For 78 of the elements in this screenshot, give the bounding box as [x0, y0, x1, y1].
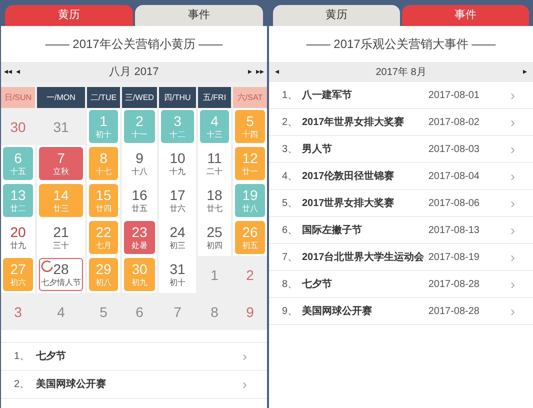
event-date: 2017-08-04: [428, 170, 480, 184]
event-date: 2017-08-28: [428, 304, 480, 318]
event-name: 2017台北世界大学生运动会: [302, 250, 426, 264]
chevron-icon: ›: [242, 346, 247, 367]
chevron-icon: ›: [510, 300, 515, 322]
event-row[interactable]: 2、 2017年世界女排大奖赛 2017-08-02 ›: [269, 109, 533, 136]
chevron-icon: ›: [242, 374, 247, 395]
event-number: 8、: [282, 278, 299, 292]
event-name: 2017伦敦田径世锦赛: [302, 169, 396, 184]
event-row[interactable]: 1、 八一建军节 2017-08-01 ›: [269, 82, 533, 109]
month-label: 2017年 8月: [374, 66, 428, 80]
event-row[interactable]: 5、 2017世界女排大奖赛 2017-08-06 ›: [269, 190, 533, 217]
event-date: 2017-08-01: [428, 88, 480, 102]
event-number: 1、: [282, 88, 299, 102]
chevron-icon: ›: [510, 112, 515, 132]
chevron-icon: ›: [510, 84, 515, 106]
tab[interactable]: 黄历: [273, 5, 400, 26]
event-name: 国际左撇子节: [302, 224, 363, 238]
circle-stamp-icon: [41, 260, 53, 272]
chevron-icon: ›: [510, 274, 515, 294]
events-title: —— 2017乐观公关营销大事件 ——: [306, 36, 496, 53]
chevron-icon: ›: [510, 192, 515, 214]
event-number: 4、: [282, 170, 299, 184]
event-name: 2017年世界女排大奖赛: [302, 115, 406, 130]
event-date: 2017-08-13: [428, 224, 480, 238]
chevron-icon: ›: [510, 138, 515, 160]
event-row[interactable]: 3、 男人节 2017-08-03 ›: [269, 136, 533, 163]
event-name: 七夕节: [36, 350, 67, 364]
previous-month-button[interactable]: ◂: [16, 66, 20, 78]
event-row[interactable]: 1、 七夕节 ›: [1, 342, 267, 370]
weekday-header: 四/THU: [159, 87, 196, 108]
event-name: 美国网球公开赛: [302, 304, 373, 318]
event-row[interactable]: 9、 美国网球公开赛 2017-08-28 ›: [269, 298, 533, 325]
event-number: 1、: [14, 350, 31, 364]
event-row[interactable]: 6、 国际左撇子节 2017-08-13 ›: [269, 217, 533, 244]
event-name: 男人节: [302, 142, 333, 156]
next-month-button[interactable]: ▸: [248, 66, 252, 78]
previous-month-button[interactable]: ◂: [275, 66, 279, 78]
calendar-day[interactable]: 7 立秋: [39, 147, 83, 180]
event-number: 9、: [282, 304, 299, 318]
calendar-day[interactable]: 28 七夕情人节: [39, 258, 83, 291]
event-number: 7、: [282, 250, 299, 264]
event-name: 2017世界女排大奖赛: [302, 196, 396, 210]
chevron-icon: ›: [510, 166, 515, 186]
weekday-header: 五/FRI: [198, 87, 231, 108]
first-month-button[interactable]: ◂◂: [4, 66, 12, 78]
event-row[interactable]: 4、 2017伦敦田径世锦赛 2017-08-04 ›: [269, 163, 533, 190]
event-date: 2017-08-19: [428, 250, 480, 264]
event-row[interactable]: 7、 2017台北世界大学生运动会 2017-08-19 ›: [269, 244, 533, 271]
calendar-title: —— 2017年公关营销小黄历 ——: [45, 36, 223, 53]
weekday-header: 一/MON: [37, 87, 85, 108]
event-row[interactable]: 8、 七夕节 2017-08-28 ›: [269, 271, 533, 298]
calendar-day[interactable]: 23 处暑: [124, 221, 155, 254]
event-name: 美国网球公开赛: [36, 377, 107, 392]
tab[interactable]: 事件: [402, 5, 529, 26]
tab[interactable]: 黄历: [5, 5, 133, 26]
chevron-icon: ›: [510, 220, 515, 240]
event-date: 2017-08-06: [428, 196, 480, 210]
weekday-header: 二/TUE: [87, 87, 120, 108]
weekday-header: 六/SAT: [233, 87, 267, 108]
last-month-button[interactable]: ▸▸: [256, 66, 264, 78]
tab[interactable]: 事件: [135, 5, 263, 26]
event-date: 2017-08-02: [428, 116, 480, 130]
next-month-button[interactable]: ▸: [523, 66, 527, 78]
weekday-header: 三/WED: [122, 87, 157, 108]
event-number: 2、: [14, 378, 31, 392]
event-row[interactable]: 2、 美国网球公开赛 ›: [1, 370, 267, 398]
event-number: 5、: [282, 196, 299, 210]
event-name: 八一建军节: [302, 88, 353, 102]
event-number: 2、: [282, 116, 299, 130]
event-date: 2017-08-03: [428, 142, 480, 156]
event-name: 七夕节: [302, 278, 333, 292]
chevron-icon: ›: [510, 246, 515, 268]
month-label: 八月 2017: [108, 64, 160, 80]
weekday-header: 日/SUN: [1, 87, 35, 108]
event-number: 6、: [282, 224, 299, 238]
event-number: 3、: [282, 142, 299, 156]
event-date: 2017-08-28: [428, 278, 480, 292]
